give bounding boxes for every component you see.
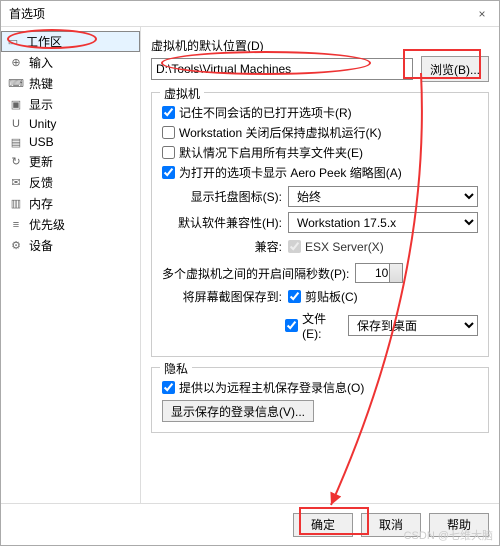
sidebar-item-input[interactable]: ⊕ 输入: [1, 52, 140, 73]
main-panel: 虚拟机的默认位置(D) D:\Tools\Virtual Machines 浏览…: [141, 27, 499, 503]
sidebar-item-hotkeys[interactable]: ⌨ 热键: [1, 73, 140, 94]
update-icon: ↻: [9, 155, 23, 169]
memory-icon: ▥: [9, 197, 23, 211]
sidebar-item-label: 输入: [29, 54, 53, 71]
sidebar-item-label: 更新: [29, 153, 53, 170]
sidebar-item-devices[interactable]: ⚙ 设备: [1, 235, 140, 256]
compat-row-label: 兼容:: [162, 238, 288, 255]
show-saved-login-button[interactable]: 显示保存的登录信息(V)...: [162, 400, 314, 422]
sidebar-item-updates[interactable]: ↻ 更新: [1, 151, 140, 172]
input-icon: ⊕: [9, 56, 23, 70]
checkbox-esx[interactable]: ESX Server(X): [288, 240, 384, 254]
delay-spinner[interactable]: 10: [355, 263, 403, 283]
privacy-group: 隐私 提供以为远程主机保存登录信息(O) 显示保存的登录信息(V)...: [151, 367, 489, 433]
file-location-select[interactable]: 保存到桌面: [348, 315, 478, 336]
sidebar-item-label: USB: [29, 135, 54, 149]
sidebar-item-label: 内存: [29, 195, 53, 212]
workspace-icon: ▭: [6, 35, 20, 49]
sidebar-item-label: 反馈: [29, 174, 53, 191]
sidebar-item-feedback[interactable]: ✉ 反馈: [1, 172, 140, 193]
default-location-input[interactable]: D:\Tools\Virtual Machines: [151, 58, 413, 80]
delay-label: 多个虚拟机之间的开启间隔秒数(P):: [162, 265, 349, 282]
dialog-body: ▭ 工作区 ⊕ 输入 ⌨ 热键 ▣ 显示 U Unity ▤ USB ↻ 更新 ✉ 反馈 ▥ 内存…: [1, 27, 499, 503]
sidebar-item-label: 工作区: [26, 33, 62, 50]
hotkey-icon: ⌨: [9, 77, 23, 91]
checkbox-remote-login[interactable]: 提供以为远程主机保存登录信息(O): [162, 379, 478, 396]
checkbox-keep-running[interactable]: Workstation 关闭后保持虚拟机运行(K): [162, 124, 478, 141]
sidebar: ▭ 工作区 ⊕ 输入 ⌨ 热键 ▣ 显示 U Unity ▤ USB ↻ 更新 ✉ 反馈 ▥ 内存…: [1, 27, 141, 503]
feedback-icon: ✉: [9, 176, 23, 190]
checkbox-file[interactable]: 文件(E):: [285, 310, 344, 341]
checkbox-remember-tabs[interactable]: 记住不同会话的已打开选项卡(R): [162, 104, 478, 121]
browse-button[interactable]: 浏览(B)...: [421, 56, 489, 82]
sidebar-item-priority[interactable]: ≡ 优先级: [1, 214, 140, 235]
vm-group-title: 虚拟机: [160, 85, 204, 102]
compat-label: 默认软件兼容性(H):: [162, 214, 288, 231]
usb-icon: ▤: [9, 135, 23, 149]
display-icon: ▣: [9, 98, 23, 112]
sidebar-item-memory[interactable]: ▥ 内存: [1, 193, 140, 214]
default-location-label: 虚拟机的默认位置(D): [151, 37, 489, 54]
sidebar-item-label: 优先级: [29, 216, 65, 233]
sidebar-item-display[interactable]: ▣ 显示: [1, 94, 140, 115]
checkbox-aero-peek[interactable]: 为打开的选项卡显示 Aero Peek 缩略图(A): [162, 164, 478, 181]
compat-select[interactable]: Workstation 17.5.x: [288, 212, 478, 233]
sidebar-item-label: 设备: [29, 237, 53, 254]
priority-icon: ≡: [9, 218, 23, 232]
sidebar-item-unity[interactable]: U Unity: [1, 115, 140, 133]
ok-button[interactable]: 确定: [293, 513, 353, 537]
sidebar-item-label: Unity: [29, 117, 56, 131]
sidebar-item-label: 热键: [29, 75, 53, 92]
sidebar-item-label: 显示: [29, 96, 53, 113]
devices-icon: ⚙: [9, 239, 23, 253]
close-icon[interactable]: ×: [473, 5, 491, 23]
sidebar-item-usb[interactable]: ▤ USB: [1, 133, 140, 151]
checkbox-shared-folders[interactable]: 默认情况下启用所有共享文件夹(E): [162, 144, 478, 161]
screenshot-label: 将屏幕截图保存到:: [162, 288, 288, 305]
privacy-group-title: 隐私: [160, 360, 192, 377]
sidebar-item-workspace[interactable]: ▭ 工作区: [1, 31, 140, 52]
tray-icon-select[interactable]: 始终: [288, 186, 478, 207]
window-title: 首选项: [9, 5, 45, 22]
checkbox-clipboard[interactable]: 剪贴板(C): [288, 288, 358, 305]
watermark: CSDN @七维大脑: [404, 527, 493, 543]
tray-icon-label: 显示托盘图标(S):: [162, 188, 288, 205]
vm-group: 虚拟机 记住不同会话的已打开选项卡(R) Workstation 关闭后保持虚拟…: [151, 92, 489, 357]
unity-icon: U: [9, 117, 23, 131]
preferences-dialog: 首选项 × ▭ 工作区 ⊕ 输入 ⌨ 热键 ▣ 显示 U Unity ▤ USB ↻ 更新 ✉…: [0, 0, 500, 546]
title-bar: 首选项 ×: [1, 1, 499, 27]
